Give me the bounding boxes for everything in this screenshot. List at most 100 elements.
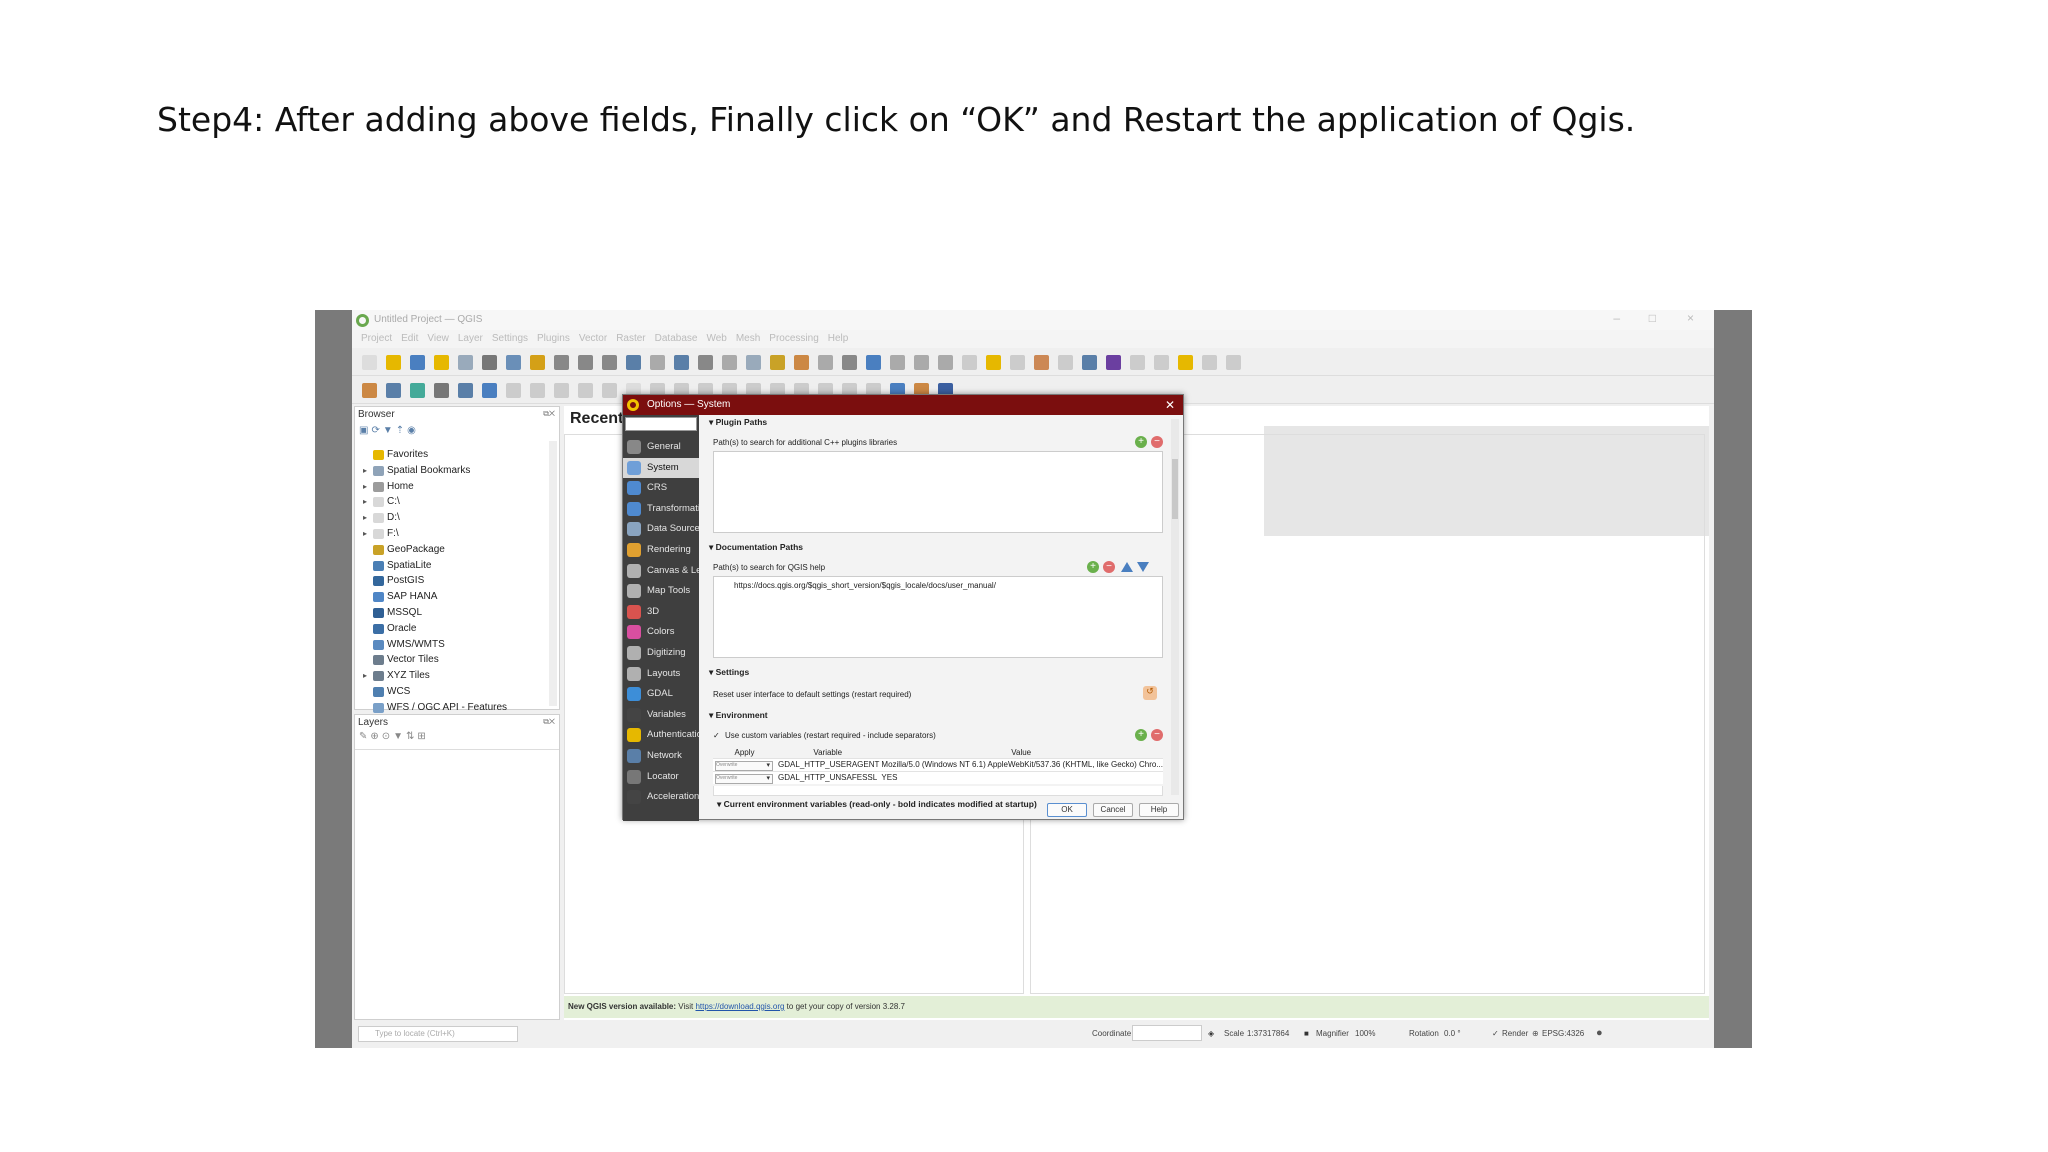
menu-item[interactable]: Project — [361, 333, 392, 344]
toolbar-tool-icon[interactable] — [410, 383, 425, 398]
options-nav-item[interactable]: General — [623, 437, 699, 457]
toolbar-tool-icon[interactable] — [482, 383, 497, 398]
browser-scrollbar[interactable] — [549, 441, 557, 706]
add-plugin-path-button[interactable]: + — [1135, 436, 1147, 448]
environment-variable-row[interactable]: OverwriteGDAL_HTTP_USERAGENTMozilla/5.0 … — [713, 757, 1163, 771]
settings-section[interactable]: Settings — [709, 667, 750, 678]
toolbar-tool-icon[interactable] — [626, 355, 641, 370]
toolbar-tool-icon[interactable] — [602, 383, 617, 398]
toolbar-tool-icon[interactable] — [554, 383, 569, 398]
toolbar-tool-icon[interactable] — [434, 355, 449, 370]
toolbar-tool-icon[interactable] — [1202, 355, 1217, 370]
toolbar-tool-icon[interactable] — [1154, 355, 1169, 370]
help-button[interactable]: Help — [1139, 803, 1179, 817]
options-nav-item[interactable]: Map Tools — [623, 581, 699, 601]
expand-arrow-icon[interactable]: ▸ — [363, 494, 367, 510]
toolbar-tool-icon[interactable] — [602, 355, 617, 370]
toolbar-tool-icon[interactable] — [914, 355, 929, 370]
toolbar-tool-icon[interactable] — [458, 383, 473, 398]
toolbar-tool-icon[interactable] — [746, 355, 761, 370]
panel-float-icon[interactable]: ⧉✕ — [543, 717, 555, 727]
dialog-close-icon[interactable]: ✕ — [1165, 395, 1175, 415]
options-nav-item[interactable]: Locator — [623, 767, 699, 787]
toolbar-tool-icon[interactable] — [1106, 355, 1121, 370]
apply-mode-select[interactable]: Overwrite — [715, 773, 773, 784]
render-checkbox[interactable]: ✓ — [1492, 1029, 1499, 1038]
options-nav-item[interactable]: Data Sources — [623, 519, 699, 539]
menu-item[interactable]: Mesh — [736, 333, 760, 344]
toolbar-tool-icon[interactable] — [386, 355, 401, 370]
expand-arrow-icon[interactable]: ▸ — [363, 510, 367, 526]
cancel-button[interactable]: Cancel — [1093, 803, 1133, 817]
magnifier-value[interactable]: 100% — [1355, 1029, 1375, 1038]
environment-variable-row[interactable]: OverwriteGDAL_HTTP_UNSAFESSLYES — [713, 770, 1163, 784]
current-environment-section[interactable]: Current environment variables (read-only… — [717, 799, 1037, 810]
toolbar-tool-icon[interactable] — [842, 355, 857, 370]
toolbar-tool-icon[interactable] — [674, 355, 689, 370]
lock-icon[interactable]: ■ — [1304, 1029, 1309, 1038]
browser-item[interactable]: SpatiaLite — [363, 558, 563, 574]
browser-item[interactable]: ▸ Spatial Bookmarks — [363, 463, 563, 479]
toolbar-tool-icon[interactable] — [698, 355, 713, 370]
rotation-value[interactable]: 0.0 ° — [1444, 1029, 1461, 1038]
move-up-icon[interactable] — [1121, 562, 1133, 572]
remove-plugin-path-button[interactable]: − — [1151, 436, 1163, 448]
toolbar-tool-icon[interactable] — [1010, 355, 1025, 370]
toolbar-tool-icon[interactable] — [506, 355, 521, 370]
options-nav-item[interactable]: Transformations — [623, 499, 699, 519]
options-nav-item[interactable]: 3D — [623, 602, 699, 622]
browser-item[interactable]: ▸ XYZ Tiles — [363, 668, 563, 684]
browser-item[interactable]: ▸ Home — [363, 479, 563, 495]
toolbar-tool-icon[interactable] — [986, 355, 1001, 370]
browser-item[interactable]: Oracle — [363, 621, 563, 637]
toolbar-tool-icon[interactable] — [434, 383, 449, 398]
toolbar-tool-icon[interactable] — [506, 383, 521, 398]
options-nav-item[interactable]: Layouts — [623, 664, 699, 684]
toolbar-tool-icon[interactable] — [410, 355, 425, 370]
use-custom-variables-checkbox[interactable]: ✓ — [713, 731, 720, 740]
coordinate-field[interactable] — [1132, 1025, 1202, 1041]
menu-item[interactable]: Layer — [458, 333, 483, 344]
toolbar-tool-icon[interactable] — [530, 355, 545, 370]
expand-arrow-icon[interactable]: ▸ — [363, 479, 367, 495]
add-variable-button[interactable]: + — [1135, 729, 1147, 741]
browser-item[interactable]: ▸ D:\ — [363, 510, 563, 526]
documentation-path-item[interactable]: https://docs.qgis.org/$qgis_short_versio… — [734, 581, 996, 590]
menu-item[interactable]: Settings — [492, 333, 528, 344]
options-nav-item[interactable]: Rendering — [623, 540, 699, 560]
browser-item[interactable]: ▸ F:\ — [363, 526, 563, 542]
messages-icon[interactable]: ● — [1596, 1027, 1603, 1039]
expand-arrow-icon[interactable]: ▸ — [363, 463, 367, 479]
browser-item[interactable]: MSSQL — [363, 605, 563, 621]
move-down-icon[interactable] — [1137, 562, 1149, 572]
toolbar-tool-icon[interactable] — [362, 383, 377, 398]
close-window-icon[interactable]: × — [1687, 311, 1694, 325]
toolbar-tool-icon[interactable] — [650, 355, 665, 370]
panel-float-icon[interactable]: ⧉✕ — [543, 409, 555, 419]
options-nav-item[interactable]: GDAL — [623, 684, 699, 704]
environment-section[interactable]: Environment — [709, 710, 768, 721]
menu-item[interactable]: View — [427, 333, 449, 344]
browser-item[interactable]: ▸ C:\ — [363, 494, 563, 510]
options-nav-item[interactable]: Colors — [623, 622, 699, 642]
variable-cell[interactable]: GDAL_HTTP_UNSAFESSL — [776, 770, 880, 784]
options-nav-item[interactable]: System — [623, 457, 699, 478]
toolbar-tool-icon[interactable] — [1130, 355, 1145, 370]
toolbar-tool-icon[interactable] — [722, 355, 737, 370]
toolbar-tool-icon[interactable] — [458, 355, 473, 370]
options-nav-item[interactable]: Authentication — [623, 725, 699, 745]
scale-lock-icon[interactable]: ◈ — [1208, 1029, 1214, 1038]
toolbar-tool-icon[interactable] — [362, 355, 377, 370]
documentation-paths-section[interactable]: Documentation Paths — [709, 542, 803, 553]
toolbar-tool-icon[interactable] — [1178, 355, 1193, 370]
browser-toolbar-icons[interactable]: ▣⟳▼⇡◉ — [359, 425, 419, 436]
browser-item[interactable]: WMS/WMTS — [363, 637, 563, 653]
remove-doc-path-button[interactable]: − — [1103, 561, 1115, 573]
options-scrollbar[interactable] — [1171, 419, 1179, 795]
toolbar-tool-icon[interactable] — [866, 355, 881, 370]
menu-item[interactable]: Help — [828, 333, 849, 344]
download-link[interactable]: https://download.qgis.org — [695, 1002, 784, 1011]
documentation-paths-list[interactable]: https://docs.qgis.org/$qgis_short_versio… — [713, 576, 1163, 658]
browser-item[interactable]: SAP HANA — [363, 589, 563, 605]
toolbar-tool-icon[interactable] — [938, 355, 953, 370]
